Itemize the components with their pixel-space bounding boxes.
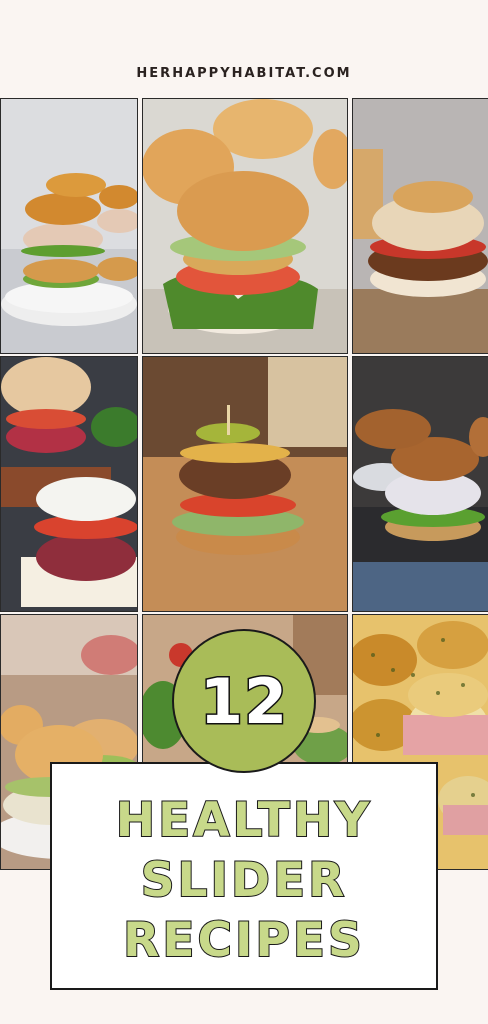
site-name: HERHAPPYHABITAT.COM — [136, 66, 352, 81]
title-line-slider: SLIDER — [140, 852, 348, 909]
recipe-count-badge: 12 — [172, 629, 316, 773]
recipe-count: 12 — [198, 663, 289, 739]
title-box: HEALTHY SLIDER RECIPES — [50, 762, 438, 990]
title-line-healthy: HEALTHY — [115, 792, 373, 849]
pickle-cheeseburger-slider-photo — [142, 356, 348, 612]
beet-tzatziki-slider-photo — [0, 356, 138, 612]
chicken-salad-slider-photo — [352, 356, 488, 612]
salmon-slider-photo — [0, 98, 138, 354]
roasted-pepper-slider-photo — [352, 98, 488, 354]
avocado-burger-slider-photo — [142, 98, 348, 354]
title-line-recipes: RECIPES — [122, 912, 365, 969]
